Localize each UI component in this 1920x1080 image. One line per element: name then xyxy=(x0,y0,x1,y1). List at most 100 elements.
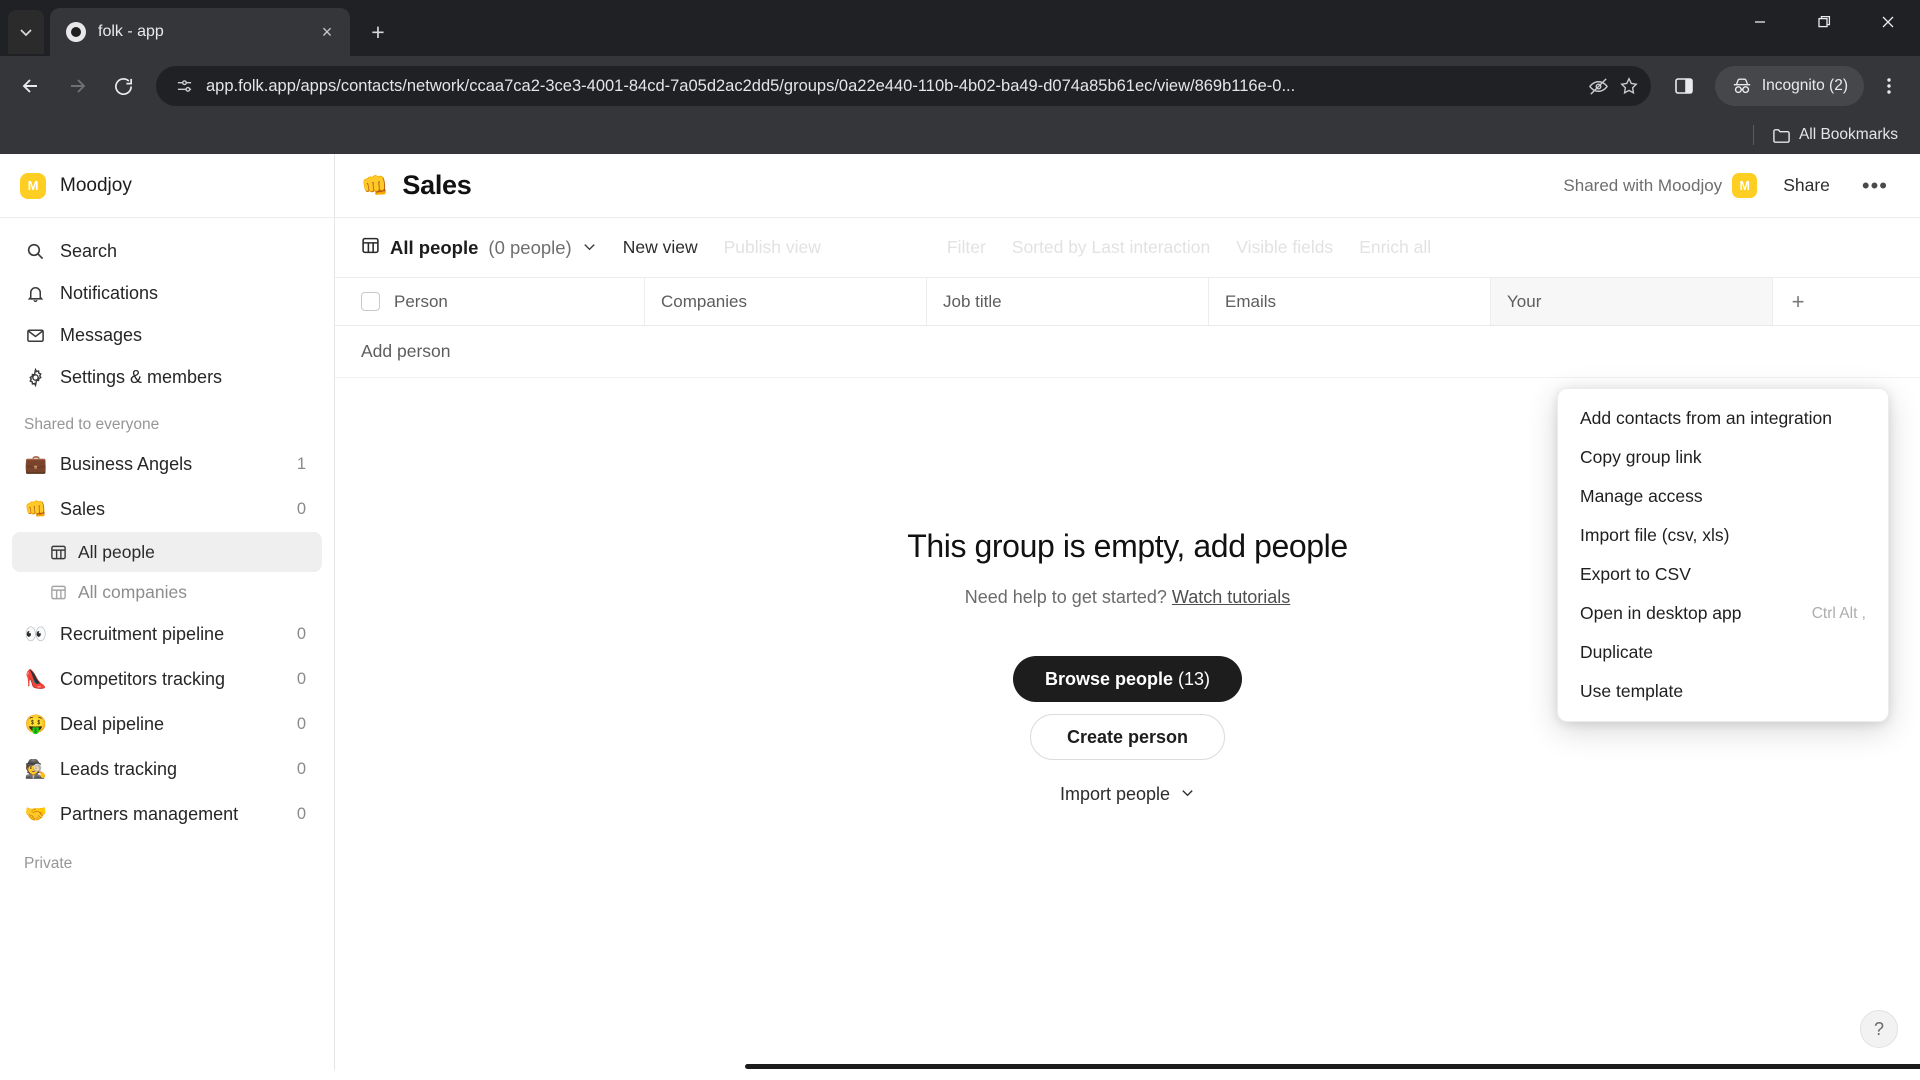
sidebar-item-all-people[interactable]: All people xyxy=(12,532,322,572)
table-icon xyxy=(48,544,68,561)
menu-item-copy-group-link[interactable]: Copy group link xyxy=(1558,438,1888,477)
column-header-person[interactable]: Person xyxy=(361,278,645,325)
menu-item-label: Open in desktop app xyxy=(1580,603,1742,623)
three-dots-vertical-icon[interactable] xyxy=(1868,65,1910,107)
chevron-down-icon xyxy=(1180,784,1195,805)
menu-item-open-in-desktop-app[interactable]: Open in desktop app Ctrl Alt , xyxy=(1558,594,1888,633)
browser-toolbar: app.folk.app/apps/contacts/network/ccaa7… xyxy=(0,56,1920,116)
sidebar-group-label: Sales xyxy=(60,499,106,519)
fist-icon: 👊 xyxy=(361,172,389,198)
address-bar[interactable]: app.folk.app/apps/contacts/network/ccaa7… xyxy=(156,66,1651,106)
chevron-down-icon xyxy=(582,237,597,259)
sidebar-item-messages[interactable]: Messages xyxy=(12,314,322,356)
sidebar-group-sales[interactable]: 👊 Sales 0 xyxy=(12,487,322,532)
main-content: 👊 Sales Shared with Moodjoy M Share ••• … xyxy=(335,154,1920,1070)
context-menu: Add contacts from an integration Copy gr… xyxy=(1557,388,1889,722)
view-count: (0 people) xyxy=(488,236,572,258)
new-view-button[interactable]: New view xyxy=(623,237,698,258)
forward-icon[interactable] xyxy=(56,65,98,107)
workspace-avatar: M xyxy=(20,172,46,199)
close-icon[interactable]: × xyxy=(314,19,340,45)
menu-item-label: Use template xyxy=(1580,681,1684,701)
tab-search-icon[interactable] xyxy=(8,10,44,54)
view-selector[interactable]: All people (0 people) xyxy=(361,236,597,260)
sidebar-group-competitors-tracking[interactable]: 👠 Competitors tracking 0 xyxy=(12,657,322,702)
maximize-button[interactable] xyxy=(1792,0,1856,44)
sidebar-item-search[interactable]: Search xyxy=(12,230,322,272)
sidebar-item-notifications[interactable]: Notifications xyxy=(12,272,322,314)
sidebar-group-leads-tracking[interactable]: 🕵️ Leads tracking 0 xyxy=(12,747,322,792)
tune-icon[interactable] xyxy=(170,72,198,100)
sidebar-group-partners-management[interactable]: 🤝 Partners management 0 xyxy=(12,792,322,837)
minimize-button[interactable] xyxy=(1728,0,1792,44)
gear-icon xyxy=(24,367,46,387)
add-person-row[interactable]: Add person xyxy=(335,326,1920,378)
sidebar-item-label: Settings & members xyxy=(60,366,223,387)
sidebar-group-deal-pipeline[interactable]: 🤑 Deal pipeline 0 xyxy=(12,702,322,747)
column-header-companies[interactable]: Companies xyxy=(645,278,927,325)
browse-people-button[interactable]: Browse people (13) xyxy=(1012,656,1243,702)
sidebar-group-business-angels[interactable]: 💼 Business Angels 1 xyxy=(12,442,322,487)
horizontal-scrollbar[interactable] xyxy=(335,1063,1920,1070)
menu-item-label: Copy group link xyxy=(1580,447,1702,467)
sidebar-group-count: 0 xyxy=(296,715,306,733)
enrich-all-button[interactable]: Enrich all xyxy=(1359,237,1431,258)
close-window-button[interactable] xyxy=(1856,0,1920,44)
publish-view-button[interactable]: Publish view xyxy=(724,237,821,258)
table-icon xyxy=(48,584,68,601)
incognito-indicator[interactable]: Incognito (2) xyxy=(1714,66,1864,106)
reload-icon[interactable] xyxy=(102,65,144,107)
select-all-checkbox[interactable] xyxy=(361,292,380,311)
new-tab-button[interactable]: + xyxy=(360,14,396,50)
watch-tutorials-link[interactable]: Watch tutorials xyxy=(1172,587,1290,607)
menu-item-duplicate[interactable]: Duplicate xyxy=(1558,633,1888,672)
menu-item-use-template[interactable]: Use template xyxy=(1558,672,1888,711)
sidebar-group-count: 0 xyxy=(296,500,306,518)
sidebar-item-label: Notifications xyxy=(60,282,159,303)
column-header-job-title[interactable]: Job title xyxy=(927,278,1209,325)
add-column-button[interactable]: + xyxy=(1773,278,1823,325)
share-button[interactable]: Share xyxy=(1775,170,1838,201)
menu-item-export-to-csv[interactable]: Export to CSV xyxy=(1558,555,1888,594)
column-header-emails[interactable]: Emails xyxy=(1209,278,1491,325)
column-header-label: Emails xyxy=(1225,291,1277,311)
empty-state-title: This group is empty, add people xyxy=(907,528,1348,564)
column-header-your[interactable]: Your xyxy=(1491,278,1773,325)
all-bookmarks-label: All Bookmarks xyxy=(1798,126,1898,143)
import-people-button[interactable]: Import people xyxy=(1060,784,1195,805)
sidebar-subitem-label: All companies xyxy=(78,581,187,602)
divider xyxy=(1752,125,1754,145)
sidebar-group-count: 0 xyxy=(296,625,306,643)
menu-item-manage-access[interactable]: Manage access xyxy=(1558,477,1888,516)
shared-section-label: Shared to everyone xyxy=(24,416,160,433)
workspace-switcher[interactable]: M Moodjoy xyxy=(0,154,334,218)
column-header-label: Companies xyxy=(661,291,747,311)
help-button[interactable]: ? xyxy=(1860,1010,1898,1048)
create-person-button[interactable]: Create person xyxy=(1029,714,1226,760)
more-options-icon[interactable]: ••• xyxy=(1856,174,1894,197)
all-bookmarks-button[interactable]: All Bookmarks xyxy=(1764,122,1906,149)
back-icon[interactable] xyxy=(10,65,52,107)
sidebar-group-recruitment-pipeline[interactable]: 👀 Recruitment pipeline 0 xyxy=(12,612,322,657)
app-root: M Moodjoy Search Notifications Messages … xyxy=(0,154,1920,1070)
browser-tab[interactable]: folk - app × xyxy=(50,8,350,56)
menu-item-label: Add contacts from an integration xyxy=(1580,408,1832,428)
table-header-row: Person Companies Job title Emails Your + xyxy=(335,278,1920,326)
menu-item-add-contacts-integration[interactable]: Add contacts from an integration xyxy=(1558,399,1888,438)
menu-item-shortcut: Ctrl Alt , xyxy=(1811,604,1866,622)
shared-with-indicator[interactable]: Shared with Moodjoy M xyxy=(1563,173,1758,198)
table-icon xyxy=(361,236,380,260)
detective-icon: 🕵️ xyxy=(24,759,48,779)
eye-slash-icon[interactable] xyxy=(1585,72,1613,100)
sidebar-group-count: 0 xyxy=(296,670,306,688)
sidebar-item-all-companies[interactable]: All companies xyxy=(12,572,322,612)
side-panel-icon[interactable] xyxy=(1663,65,1705,107)
star-icon[interactable] xyxy=(1615,72,1643,100)
sort-button[interactable]: Sorted by Last interaction xyxy=(1012,237,1210,258)
visible-fields-button[interactable]: Visible fields xyxy=(1236,237,1333,258)
fist-icon: 👊 xyxy=(24,499,48,519)
sidebar-item-settings[interactable]: Settings & members xyxy=(12,356,322,398)
filter-button[interactable]: Filter xyxy=(947,237,986,258)
page-header: 👊 Sales Shared with Moodjoy M Share ••• xyxy=(335,154,1920,218)
menu-item-import-file[interactable]: Import file (csv, xls) xyxy=(1558,516,1888,555)
